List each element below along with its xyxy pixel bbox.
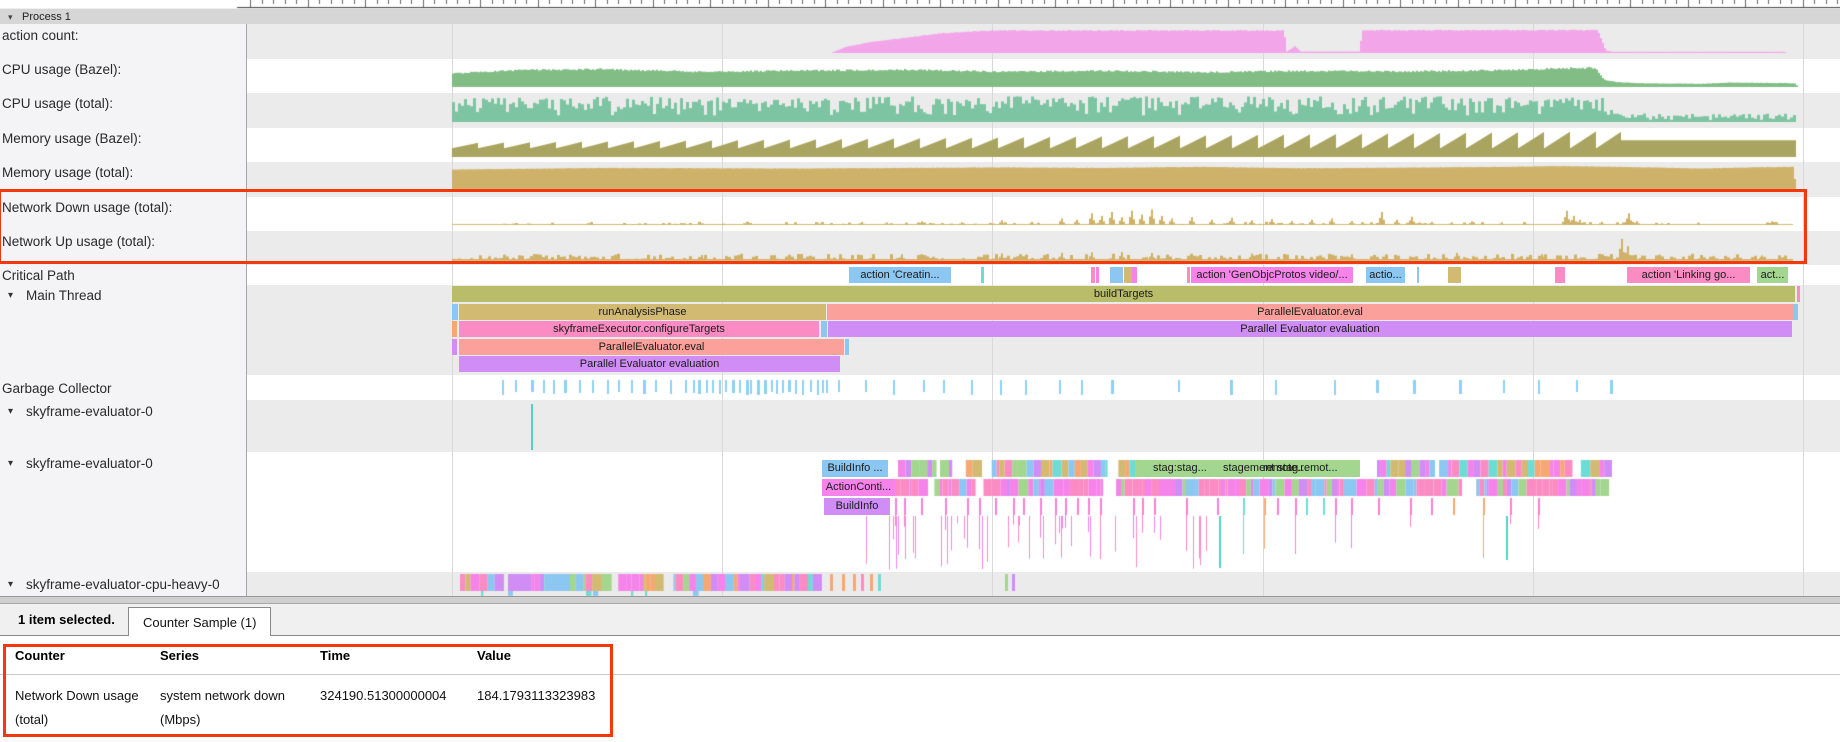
trace-slice[interactable]: ActionConti... (822, 479, 895, 496)
trace-slice-sliver[interactable] (1417, 267, 1419, 283)
cell-time[interactable]: 324190.51300000004 (320, 684, 447, 708)
trace-slice[interactable]: Parallel Evaluator evaluation (828, 321, 1792, 337)
trace-slice[interactable]: Parallel Evaluator evaluation (459, 356, 840, 372)
trace-slice[interactable]: BuildInfo ... (822, 460, 888, 477)
sidebar-track-label[interactable]: ▾skyframe-evaluator-0 (0, 454, 246, 474)
trace-slice[interactable]: runAnalysisPhase (459, 304, 826, 320)
tab-counter-sample[interactable]: Counter Sample (1) (128, 607, 271, 637)
collapse-triangle-icon[interactable]: ▾ (8, 575, 13, 595)
trace-slice[interactable]: actio... (1366, 267, 1405, 283)
details-tab-bar: 1 item selected. Counter Sample (1) (0, 604, 1840, 636)
collapse-triangle-icon[interactable]: ▾ (8, 286, 13, 306)
trace-slice-sliver[interactable] (1132, 267, 1137, 283)
sidebar-track-label[interactable]: ▾Main Thread (0, 286, 246, 306)
sidebar-track-label[interactable]: Network Up usage (total): (0, 232, 248, 252)
trace-slice-sliver[interactable]: stag:stag...stagement stag...remote.remo… (1135, 460, 1360, 477)
collapse-triangle-icon[interactable]: ▾ (8, 454, 13, 474)
collapse-triangle-icon[interactable]: ▾ (8, 402, 13, 422)
sidebar-track-label[interactable]: ▾skyframe-evaluator-0 (0, 402, 246, 422)
sidebar-track-label[interactable]: CPU usage (Bazel): (0, 60, 248, 80)
sidebar-track-label[interactable]: Critical Path (0, 266, 248, 286)
trace-slice-sliver[interactable] (981, 267, 984, 283)
cell-value[interactable]: 184.1793113323983 (477, 684, 595, 708)
sidebar-track-label[interactable]: Garbage Collector (0, 379, 248, 399)
track-name: skyframe-evaluator-0 (0, 456, 153, 471)
panel-splitter[interactable] (0, 596, 1840, 604)
trace-slice-sliver[interactable] (1124, 267, 1132, 283)
trace-slice-sliver[interactable] (845, 339, 849, 355)
cell-counter[interactable]: Network Down usage (total) (15, 684, 147, 732)
cell-series[interactable]: system network down (Mbps) (160, 684, 302, 732)
trace-slice[interactable]: action 'GenObjcProtos video/... (1191, 267, 1353, 283)
trace-slice[interactable]: ParallelEvaluator.eval (459, 339, 844, 355)
trace-slice[interactable]: ParallelEvaluator.eval (827, 304, 1793, 320)
trace-slice-sliver[interactable] (531, 404, 533, 450)
trace-slice-sliver[interactable] (452, 339, 457, 355)
track-name: skyframe-evaluator-0 (0, 404, 153, 419)
trace-slice-sliver[interactable] (452, 321, 457, 337)
track-sidebar: action count: CPU usage (Bazel): CPU usage… (0, 24, 247, 596)
trace-slice-sliver[interactable] (1187, 267, 1190, 283)
track-name: skyframe-evaluator-cpu-heavy-0 (0, 577, 220, 592)
trace-slice[interactable]: action 'Linking go... (1627, 267, 1750, 283)
overlapping-slice-label: remote.remot... (1263, 460, 1338, 476)
details-panel: 1 item selected. Counter Sample (1) Coun… (0, 596, 1840, 742)
trace-viewer: ▾ Process 1 action 'Creatin...action 'Ge… (0, 0, 1840, 742)
trace-slice-sliver[interactable] (1110, 267, 1123, 283)
trace-slice-sliver[interactable] (821, 321, 827, 337)
sidebar-track-label[interactable]: ▾skyframe-evaluator-cpu-heavy-0 (0, 575, 246, 595)
sidebar-track-label[interactable]: Memory usage (total): (0, 163, 248, 183)
trace-slice[interactable]: act... (1757, 267, 1788, 283)
sidebar-track-label[interactable]: CPU usage (total): (0, 94, 248, 114)
sidebar-track-label[interactable]: Memory usage (Bazel): (0, 129, 248, 149)
track-name: Main Thread (0, 288, 102, 303)
selection-status: 1 item selected. (18, 604, 115, 636)
slice-layer: action 'Creatin... action 'GenObjcProtos … (0, 0, 1840, 596)
col-header-series: Series (160, 648, 199, 663)
trace-slice[interactable]: buildTargets (452, 286, 1795, 302)
trace-slice[interactable]: skyframeExecutor.configureTargets (459, 321, 819, 337)
col-header-time: Time (320, 648, 350, 663)
trace-slice[interactable]: action 'Creatin... (849, 267, 951, 283)
header-divider (0, 674, 1840, 675)
trace-slice-sliver[interactable] (452, 304, 458, 320)
trace-slice-sliver[interactable] (1555, 267, 1565, 283)
sidebar-track-label[interactable]: Network Down usage (total): (0, 198, 248, 218)
trace-slice-sliver[interactable] (1091, 267, 1095, 283)
trace-slice[interactable]: BuildInfo (824, 498, 890, 515)
counter-sample-table: Counter Series Time Value Network Down u… (0, 636, 1840, 742)
sidebar-track-label[interactable]: action count: (0, 26, 248, 46)
col-header-counter: Counter (15, 648, 65, 663)
trace-slice-sliver[interactable] (1448, 267, 1461, 283)
overlapping-slice-label: stag:stag... (1153, 460, 1207, 476)
trace-slice-sliver[interactable] (1096, 267, 1099, 283)
trace-slice-sliver[interactable] (1797, 286, 1800, 302)
trace-slice-sliver[interactable] (1793, 304, 1798, 320)
col-header-value: Value (477, 648, 511, 663)
